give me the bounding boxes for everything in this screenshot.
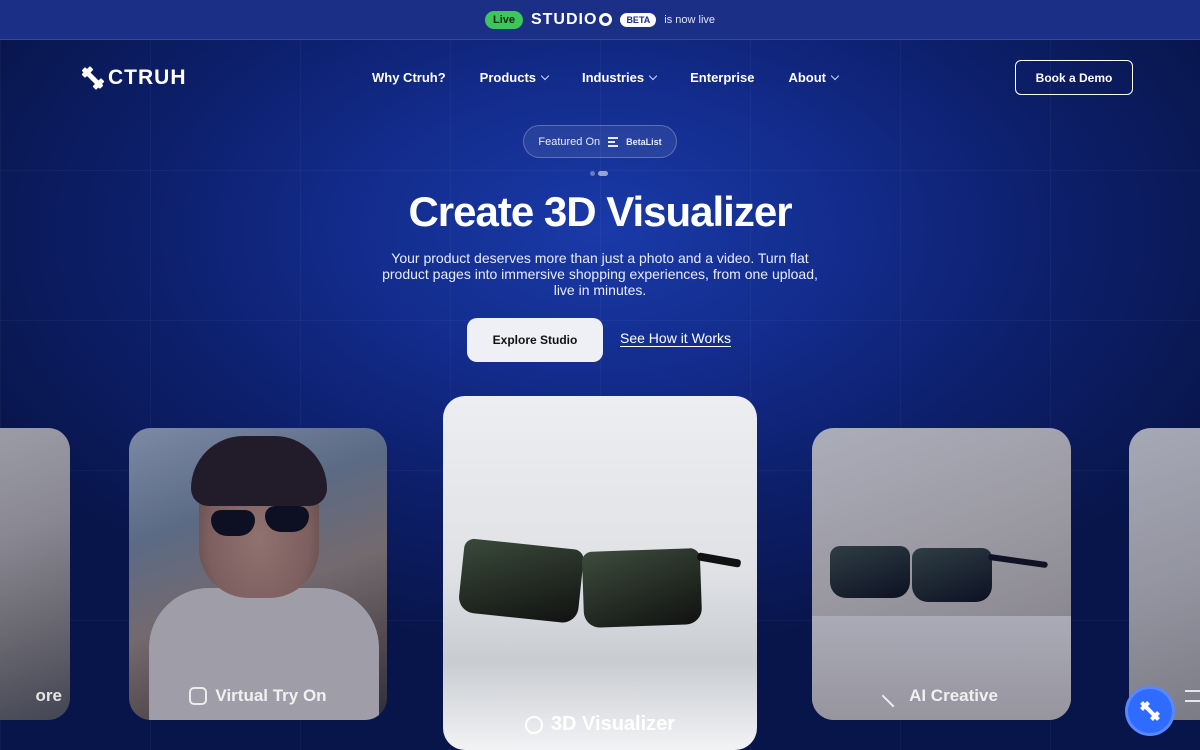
- feature-card-ai-creative[interactable]: AI Creative: [812, 428, 1071, 720]
- explore-studio-button[interactable]: Explore Studio: [467, 318, 603, 362]
- feature-card-far-right[interactable]: [1129, 428, 1200, 720]
- studio-label: STUDIO: [530, 10, 598, 28]
- nav-item-products[interactable]: Products: [479, 70, 550, 85]
- chat-launcher-button[interactable]: [1125, 686, 1175, 736]
- studio-dot-icon: [599, 13, 613, 26]
- featured-name: BetaList: [626, 136, 662, 147]
- studio-logo: STUDIO: [530, 10, 613, 29]
- chevron-down-icon: [648, 71, 658, 81]
- face-scan-icon: [189, 687, 208, 705]
- top-nav: CTRUH Why Ctruh? Products Industries Ent…: [0, 58, 1200, 98]
- live-badge: Live: [484, 10, 523, 29]
- carousel-dot-active[interactable]: [598, 171, 608, 176]
- hero-subtitle: Your product deserves more than just a p…: [382, 250, 818, 298]
- nav-item-industries[interactable]: Industries: [582, 70, 658, 85]
- carousel-dot[interactable]: [590, 171, 595, 176]
- card-label: ore: [35, 686, 62, 705]
- announcement-text: is now live: [664, 13, 716, 26]
- card-label: 3D Visualizer: [550, 713, 676, 735]
- nav-item-about[interactable]: About: [788, 70, 840, 85]
- announcement-bar[interactable]: Live STUDIO BETA is now live: [0, 0, 1200, 40]
- brand-name: CTRUH: [108, 66, 187, 89]
- chevron-down-icon: [540, 71, 550, 81]
- feature-card-3d-visualizer[interactable]: 3D Visualizer: [443, 396, 757, 750]
- brand-logo[interactable]: CTRUH: [81, 65, 187, 91]
- 3d-rotate-icon: [524, 715, 543, 734]
- betalist-icon: [608, 136, 619, 147]
- card-label: Virtual Try On: [215, 686, 327, 705]
- sunglasses-3d-image: [457, 536, 742, 629]
- nav-item-label: Products: [479, 70, 536, 85]
- feature-card-far-left[interactable]: ore: [0, 428, 70, 720]
- chevron-down-icon: [830, 71, 840, 81]
- nav-item-label: Enterprise: [690, 70, 755, 85]
- book-demo-button[interactable]: Book a Demo: [1015, 60, 1133, 95]
- hero-section: Live STUDIO BETA is now live CTRUH Why C…: [0, 0, 1200, 750]
- nav-item-label: Industries: [582, 70, 645, 85]
- ctruh-logo-icon: [1140, 701, 1160, 721]
- see-how-it-works-link[interactable]: See How it Works: [620, 330, 731, 346]
- ctruh-logo-icon: [81, 65, 105, 91]
- card-label: AI Creative: [909, 686, 998, 705]
- nav-item-enterprise[interactable]: Enterprise: [690, 70, 754, 85]
- featured-on-badge[interactable]: Featured On BetaList: [523, 125, 677, 158]
- nav-item-label: Why Ctruh?: [372, 70, 446, 85]
- magic-wand-icon: [881, 684, 905, 708]
- nav-item-label: About: [788, 70, 826, 85]
- page-title: Create 3D Visualizer: [408, 188, 792, 235]
- carousel-dots[interactable]: [590, 171, 608, 176]
- feature-card-virtual-try-on[interactable]: Virtual Try On: [129, 428, 387, 720]
- sliders-icon: [1185, 690, 1200, 702]
- nav-item-why-ctruh[interactable]: Why Ctruh?: [372, 70, 446, 85]
- beta-badge: BETA: [620, 12, 657, 27]
- featured-prefix: Featured On: [538, 135, 601, 148]
- nav-menu: Why Ctruh? Products Industries Enterpris…: [372, 70, 872, 85]
